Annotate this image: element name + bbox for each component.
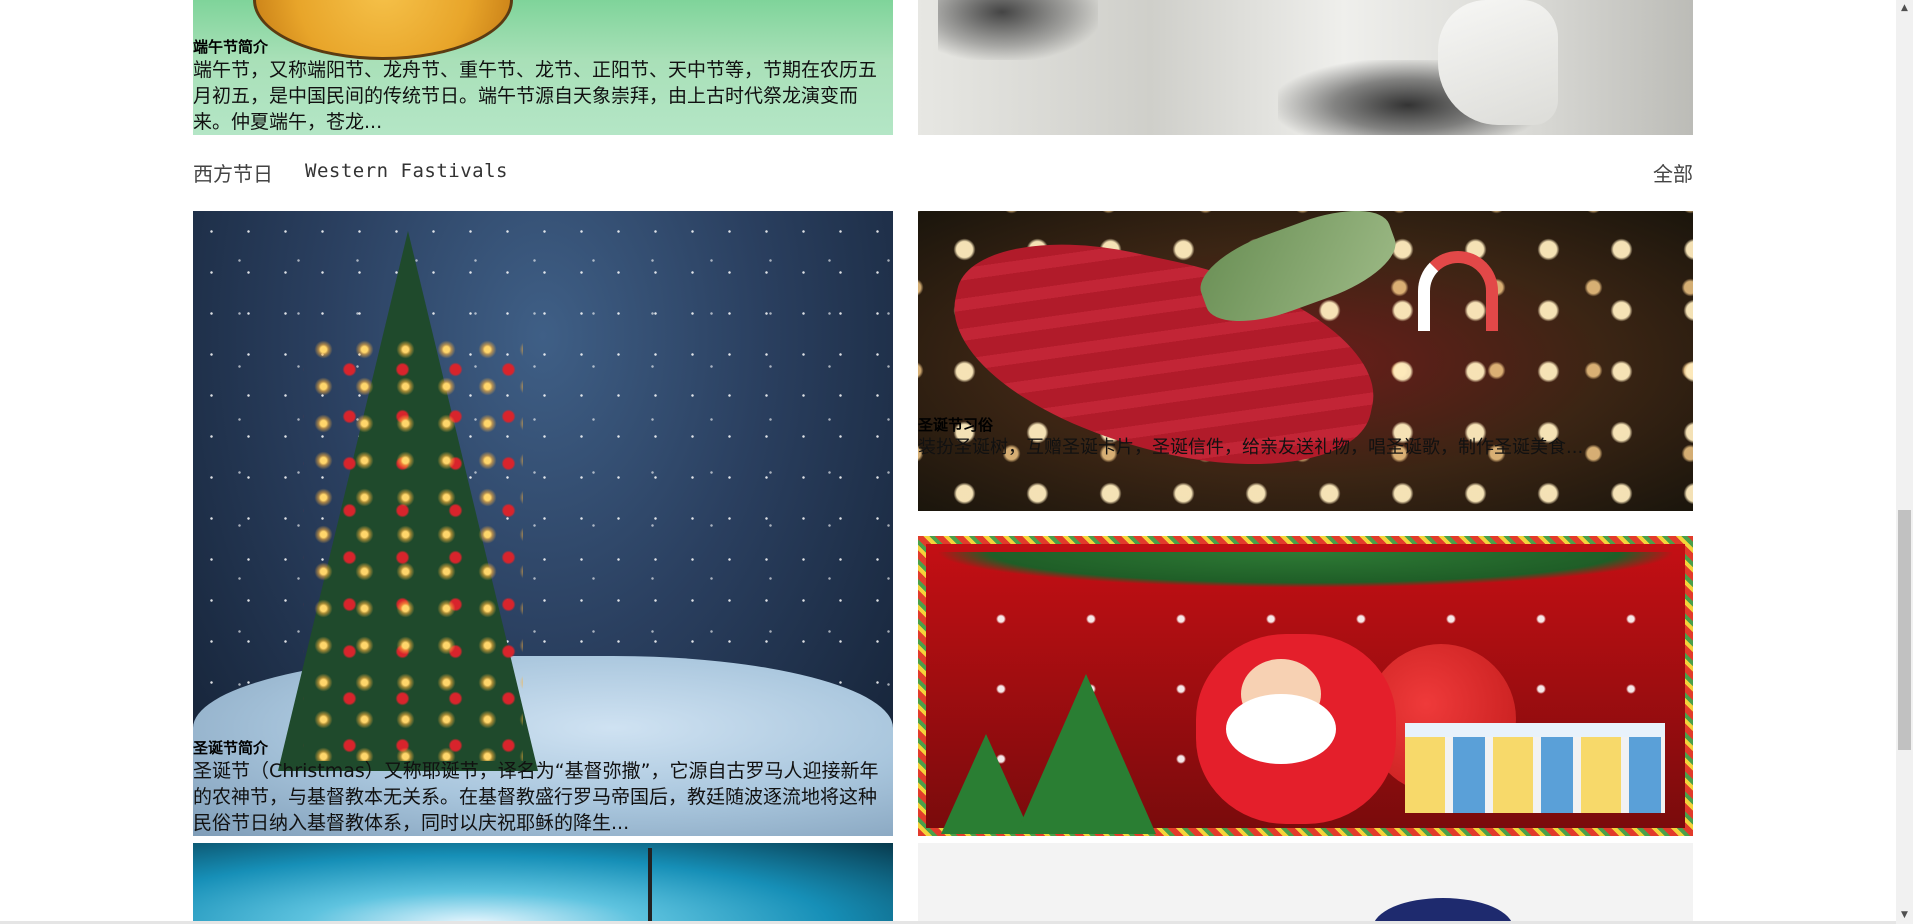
- card-description: 圣诞节（Christmas）又称耶诞节，译名为“基督弥撒”，它源自古罗马人迎接新…: [193, 760, 879, 834]
- card-title: 圣诞节习俗: [918, 416, 994, 434]
- card-caption: 圣诞节习俗 装扮圣诞树，互赠圣诞卡片，圣诞信件，给亲友送礼物，唱圣诞歌，制作圣诞…: [918, 416, 1693, 461]
- hat-image: [918, 843, 1693, 924]
- scroll-thumb[interactable]: [1898, 510, 1911, 750]
- silhouette-post: [648, 848, 652, 924]
- ink-painting-image: [918, 0, 1693, 135]
- card-title: 端午节简介: [193, 38, 269, 56]
- santa-beard: [1226, 694, 1336, 764]
- scroll-down-icon[interactable]: ▼: [1896, 907, 1913, 924]
- vertical-scrollbar[interactable]: ▲ ▼: [1896, 0, 1913, 924]
- ink-stroke: [938, 0, 1098, 60]
- section-header-western-festivals: 西方节日 Western Fastivals 全部: [193, 158, 1693, 188]
- card-caption: 圣诞节简介 圣诞节（Christmas）又称耶诞节，译名为“基督弥撒”，它源自古…: [193, 739, 893, 836]
- garland: [934, 552, 1677, 588]
- card-title: 圣诞节简介: [193, 739, 269, 757]
- candy-cane: [1418, 251, 1498, 331]
- card-christmas-intro[interactable]: 圣诞节简介 圣诞节（Christmas）又称耶诞节，译名为“基督弥撒”，它源自古…: [193, 211, 893, 836]
- card-dragon-boat-intro[interactable]: 端午节简介 端午节，又称端阳节、龙舟节、重午节、龙节、正阳节、天中节等，节期在农…: [193, 0, 893, 135]
- figure-robe: [1438, 0, 1558, 125]
- card-ink-painting[interactable]: [918, 0, 1693, 135]
- card-bottom-right[interactable]: [918, 843, 1693, 924]
- card-christmas-customs[interactable]: 圣诞节习俗 装扮圣诞树，互赠圣诞卡片，圣诞信件，给亲友送礼物，唱圣诞歌，制作圣诞…: [918, 211, 1693, 511]
- card-caption: 端午节简介 端午节，又称端阳节、龙舟节、重午节、龙节、正阳节、天中节等，节期在农…: [193, 38, 893, 135]
- christmas-stocking-image: [918, 211, 1693, 511]
- card-description: 端午节，又称端阳节、龙舟节、重午节、龙节、正阳节、天中节等，节期在农历五月初五，…: [193, 59, 878, 133]
- snowy-houses: [1405, 723, 1665, 813]
- tree-lights: [303, 331, 523, 761]
- scroll-up-icon[interactable]: ▲: [1896, 0, 1913, 17]
- card-bottom-left[interactable]: [193, 843, 893, 924]
- card-description: 装扮圣诞树，互赠圣诞卡片，圣诞信件，给亲友送礼物，唱圣诞歌，制作圣诞美食...: [918, 437, 1584, 458]
- section-title-cn: 西方节日: [193, 162, 273, 186]
- view-all-link[interactable]: 全部: [1653, 158, 1693, 187]
- santa-claus-image: [918, 536, 1693, 836]
- section-title-en: Western Fastivals: [305, 160, 508, 182]
- tree: [1016, 674, 1156, 834]
- card-santa-image[interactable]: [918, 536, 1693, 836]
- moonlit-image: [193, 843, 893, 924]
